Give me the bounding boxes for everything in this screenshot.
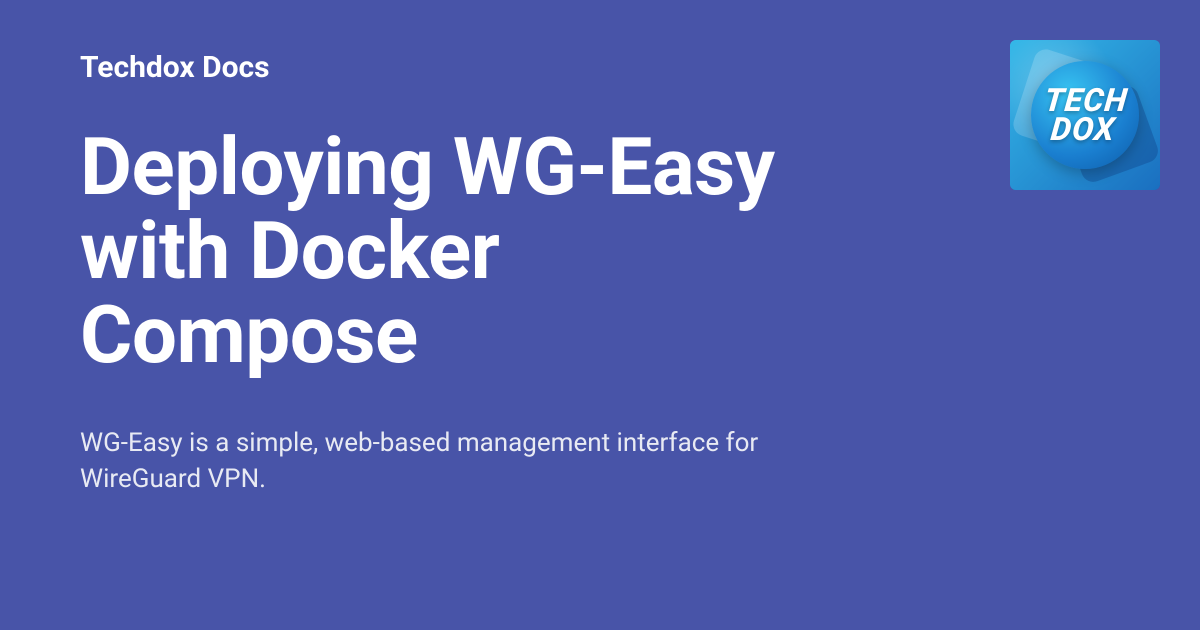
- logo-line-2: DOX: [1050, 110, 1118, 148]
- logo-text: TECH DOX: [1040, 86, 1129, 145]
- page-description: WG-Easy is a simple, web-based managemen…: [80, 425, 800, 498]
- brand-logo: TECH DOX: [1010, 40, 1160, 190]
- site-name: Techdox Docs: [80, 50, 820, 85]
- page-title: Deploying WG-Easy with Docker Compose: [80, 125, 820, 377]
- content-area: Techdox Docs Deploying WG-Easy with Dock…: [0, 0, 900, 548]
